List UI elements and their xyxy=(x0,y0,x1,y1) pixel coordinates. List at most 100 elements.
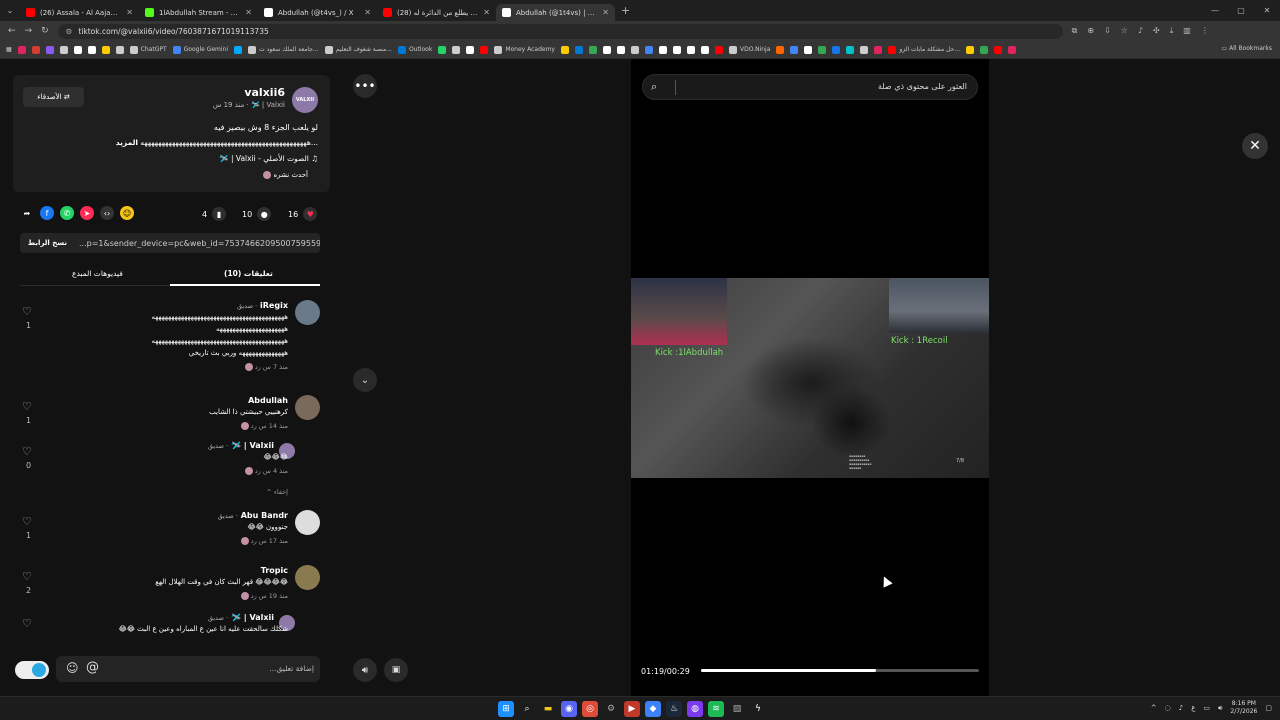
tab-creator-videos[interactable]: فيديوهات المبدع xyxy=(72,269,123,278)
notification-icon[interactable]: ▢ xyxy=(1265,704,1272,712)
tab-close-icon[interactable]: ✕ xyxy=(126,8,133,17)
comments-stat[interactable]: 10 ● xyxy=(242,207,272,221)
bookmark-item[interactable] xyxy=(45,45,54,54)
reload-icon[interactable]: ↻ xyxy=(41,26,49,36)
author-avatar[interactable]: VALXII xyxy=(292,87,318,113)
emoji-icon[interactable]: ☺ xyxy=(66,661,79,675)
maximize-icon[interactable]: ▢ xyxy=(1228,0,1254,21)
bookmark-item[interactable] xyxy=(616,45,625,54)
bookmark-item[interactable] xyxy=(574,45,583,54)
send-icon[interactable]: ➤ xyxy=(80,206,94,220)
video-progress-bar[interactable] xyxy=(701,669,979,672)
spotify-icon[interactable]: ≋ xyxy=(708,701,724,717)
bookmark-item[interactable] xyxy=(31,45,40,54)
commenter-name[interactable]: Abdullah xyxy=(248,396,288,405)
new-tab-button[interactable]: + xyxy=(621,4,630,17)
mention-icon[interactable]: @ xyxy=(86,660,99,675)
tab-close-icon[interactable]: ✕ xyxy=(602,8,609,17)
whatsapp-icon[interactable]: ✆ xyxy=(60,206,74,220)
site-info-icon[interactable]: ⚙ xyxy=(66,27,73,36)
bookmark-item[interactable] xyxy=(804,45,813,54)
tray-mic-icon[interactable]: ♪ xyxy=(1179,704,1183,712)
friends-button[interactable]: ⇄ الأصدقاء xyxy=(23,87,84,107)
bookmark-item[interactable]: Outlook xyxy=(397,45,432,54)
snapchat-icon[interactable]: ☺ xyxy=(120,206,134,220)
all-bookmarks[interactable]: ▭ All Bookmarks xyxy=(1222,45,1272,52)
clock[interactable]: 8:16 PM 2/7/2026 xyxy=(1230,700,1257,716)
embed-icon[interactable]: ‹› xyxy=(100,206,114,220)
tab-close-icon[interactable]: ✕ xyxy=(245,8,252,17)
steam-icon[interactable]: ♨ xyxy=(666,701,682,717)
bookmark-item[interactable] xyxy=(644,45,653,54)
browser-tab[interactable]: (26) Assala - Al Aajab Fi Al Ha... ✕ xyxy=(20,4,139,21)
comment-like-icon[interactable]: ♡ xyxy=(22,515,32,528)
commenter-name[interactable]: Abu Bandr · صديق xyxy=(218,511,288,520)
more-options-button[interactable]: ••• xyxy=(353,74,377,98)
volume-button[interactable]: 🔊︎ xyxy=(353,658,377,682)
discord-icon[interactable]: ◉ xyxy=(561,701,577,717)
file-explorer-icon[interactable]: ▬ xyxy=(540,701,556,717)
video-player[interactable]: ⌕ العثور على محتوى ذي صلة Kick :1lAbdull… xyxy=(631,59,989,696)
bookmark-item[interactable] xyxy=(818,45,827,54)
saves-stat[interactable]: 4 ▮ xyxy=(202,207,227,221)
bookmark-item[interactable] xyxy=(602,45,611,54)
bookmark-item[interactable]: Money Academy xyxy=(494,45,555,54)
sidepanel-icon[interactable]: ▥ xyxy=(1183,26,1191,36)
chrome-icon[interactable]: ◎ xyxy=(582,701,598,717)
bookmark-item[interactable] xyxy=(17,45,26,54)
bookmark-item[interactable] xyxy=(73,45,82,54)
comment-like-icon[interactable]: ♡ xyxy=(22,445,32,458)
bookmark-star-icon[interactable]: ☆ xyxy=(1121,26,1128,36)
commenter-name[interactable]: Valxii | 🛩️ · صديق xyxy=(208,441,274,450)
browser-tab[interactable]: (28) اخر واحد يطلع من الدائرة له... ✕ xyxy=(377,4,496,21)
language-indicator[interactable]: ع xyxy=(1191,704,1195,712)
commenter-avatar[interactable] xyxy=(295,510,320,535)
bookmark-item[interactable] xyxy=(874,45,883,54)
comment-like-icon[interactable]: ♡ xyxy=(22,400,32,413)
browser-tab[interactable]: Abdullah (@t4vs_) / X ✕ xyxy=(258,4,377,21)
related-search-input[interactable]: ⌕ العثور على محتوى ذي صلة xyxy=(642,74,978,100)
app-grey-icon[interactable]: ▧ xyxy=(729,701,745,717)
bookmark-item[interactable] xyxy=(59,45,68,54)
app-red-icon[interactable]: ▶ xyxy=(624,701,640,717)
close-icon[interactable]: ✕ xyxy=(1242,133,1268,159)
author-username[interactable]: valxii6 xyxy=(244,86,285,99)
tray-app-icon[interactable]: ◌ xyxy=(1165,704,1171,712)
commenter-name[interactable]: iRegix · صديق xyxy=(237,301,288,310)
settings-icon[interactable]: ⚙ xyxy=(603,701,619,717)
tab-close-icon[interactable]: ✕ xyxy=(364,8,371,17)
start-icon[interactable]: ⊞ xyxy=(498,701,514,717)
comment-like-icon[interactable]: ♡ xyxy=(22,570,32,583)
share-arrow-icon[interactable]: ➦ xyxy=(20,206,34,220)
search-taskbar-icon[interactable]: ⌕ xyxy=(519,701,535,717)
bookmark-item[interactable] xyxy=(466,45,475,54)
bookmark-item[interactable] xyxy=(686,45,695,54)
bookmark-item[interactable] xyxy=(846,45,855,54)
bookmark-item[interactable]: VDO.Ninja xyxy=(728,45,770,54)
app-bolt-icon[interactable]: ϟ xyxy=(750,701,766,717)
bookmark-item[interactable]: حل مشكلة مابات الزو... xyxy=(888,45,960,54)
bookmark-item[interactable] xyxy=(87,45,96,54)
tab-comments[interactable]: تعليقات (10) xyxy=(224,269,273,278)
bookmark-item[interactable] xyxy=(452,45,461,54)
media-icon[interactable]: ♪ xyxy=(1138,26,1143,36)
bookmark-item[interactable] xyxy=(860,45,869,54)
hide-replies-link[interactable]: إخفاء ^ xyxy=(266,488,288,496)
bookmark-item[interactable] xyxy=(101,45,110,54)
bookmark-item[interactable]: منصة شغوف التعليم... xyxy=(324,45,392,54)
zoom-icon[interactable]: ⊕ xyxy=(1087,26,1094,36)
comment-input[interactable]: إضافة تعليق... ☺ @ xyxy=(56,656,320,682)
bookmark-item[interactable] xyxy=(588,45,597,54)
bookmark-item[interactable] xyxy=(980,45,989,54)
menu-icon[interactable]: ⋮ xyxy=(1201,26,1209,36)
volume-tray-icon[interactable]: 🔊︎ xyxy=(1218,704,1222,713)
bookmark-item[interactable] xyxy=(994,45,1003,54)
browser-tab[interactable]: Abdullah (@1t4vs) | TikTok ✕ xyxy=(496,4,615,21)
back-icon[interactable]: ← xyxy=(8,26,16,36)
bookmark-item[interactable]: جامعة الملك سعود ت... xyxy=(248,45,319,54)
sound-link[interactable]: ♫ الصوت الأصلي - Valxii | 🛩️ xyxy=(219,154,318,163)
translate-icon[interactable]: ⧉ xyxy=(1072,26,1078,36)
extensions-icon[interactable]: ✣ xyxy=(1153,26,1160,36)
bookmark-item[interactable] xyxy=(672,45,681,54)
app-blue-icon[interactable]: ◆ xyxy=(645,701,661,717)
